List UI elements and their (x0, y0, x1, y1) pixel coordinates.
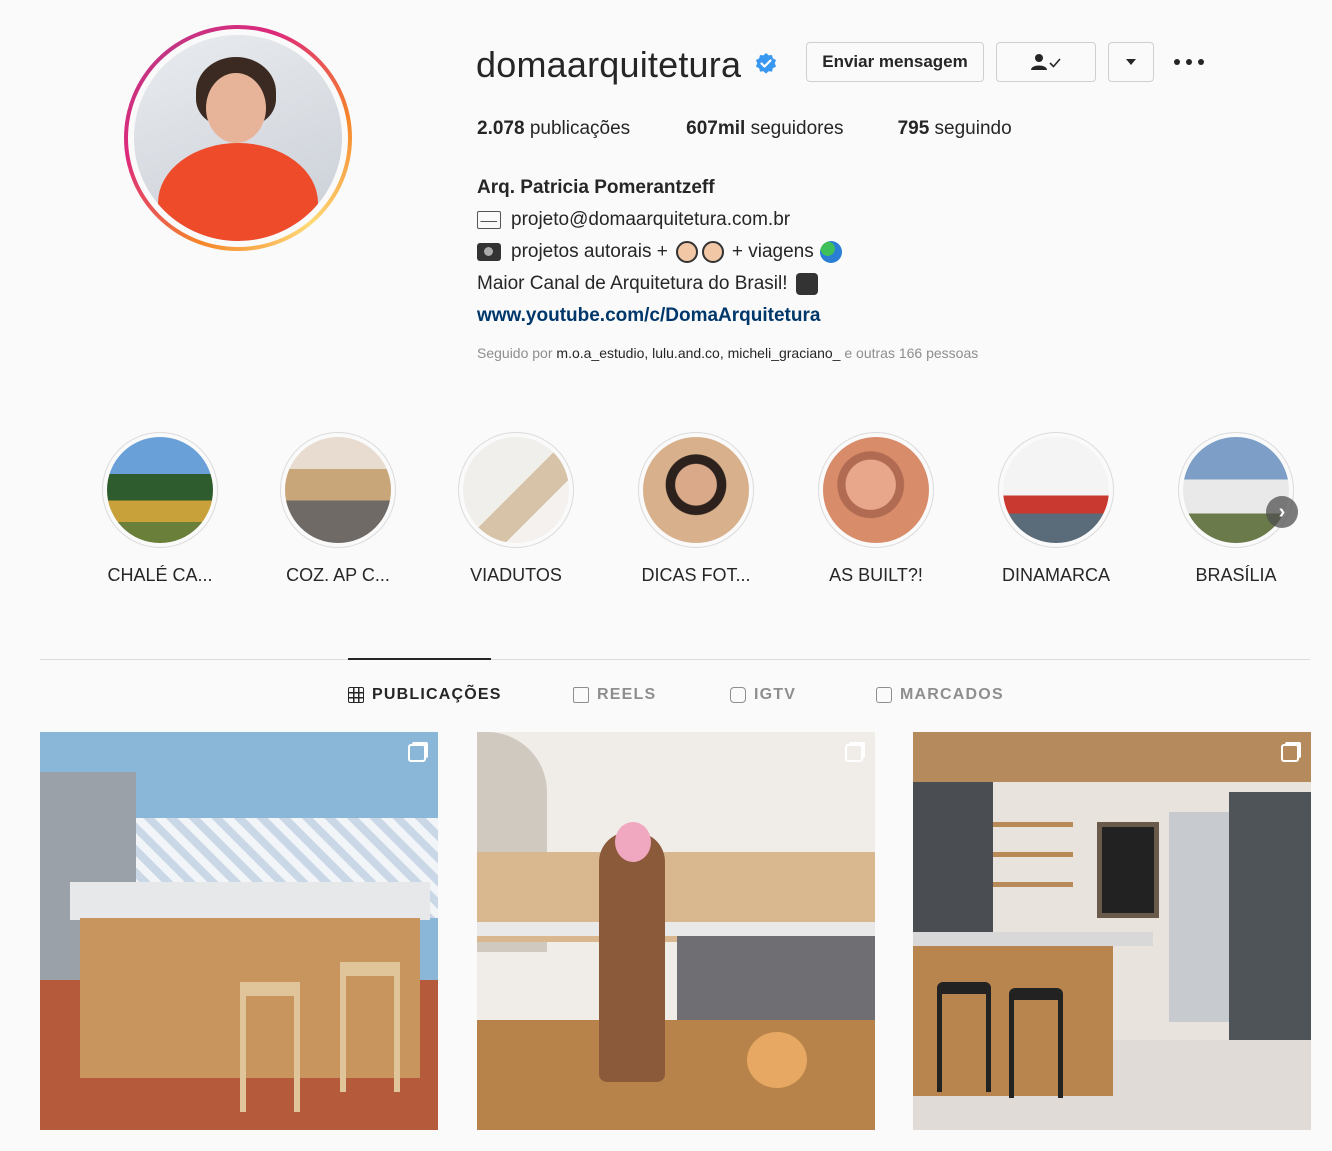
tab-igtv[interactable]: IGTV (730, 686, 796, 704)
highlight-label: VIADUTOS (470, 565, 562, 585)
bio-channel-text: Maior Canal de Arquitetura do Brasil! (477, 273, 788, 294)
profile-bio: Arq. Patricia Pomerantzeff projeto@domaa… (477, 172, 842, 332)
woman-face-icon (675, 241, 698, 263)
highlight-item[interactable]: DICAS FOT... (636, 432, 756, 586)
highlight-label: COZ. AP C... (286, 565, 390, 585)
profile-full-name: Arq. Patricia Pomerantzeff (477, 177, 715, 198)
tagged-icon (876, 687, 892, 703)
bio-website-link[interactable]: www.youtube.com/c/DomaArquitetura (477, 300, 820, 332)
posts-count-value: 2.078 (477, 118, 525, 139)
reels-icon (573, 687, 589, 703)
suggested-accounts-dropdown[interactable] (1108, 42, 1154, 82)
followed-by-suffix: e outras 166 pessoas (844, 345, 979, 361)
man-face-icon (701, 241, 724, 263)
post-thumbnail[interactable] (913, 732, 1311, 1130)
profile-avatar[interactable] (124, 25, 352, 251)
highlight-item[interactable]: VIADUTOS (456, 432, 576, 586)
bio-link-line: www.youtube.com/c/DomaArquitetura (477, 300, 842, 332)
chevron-right-icon: › (1278, 500, 1286, 523)
profile-stats: 2.078 publicações 607mil seguidores 795 … (477, 118, 1068, 140)
tab-tagged[interactable]: MARCADOS (876, 686, 1004, 704)
tab-reels[interactable]: REELS (573, 686, 656, 704)
following-count-value: 795 (897, 118, 930, 139)
highlight-cover (1178, 432, 1294, 548)
profile-username: domaarquitetura (476, 44, 742, 85)
highlight-label: DINAMARCA (1001, 565, 1110, 585)
avatar-border (128, 29, 348, 247)
verified-badge-icon (756, 53, 776, 74)
grid-icon (348, 687, 364, 703)
tab-reels-label: REELS (597, 686, 657, 703)
post-thumbnail[interactable] (477, 732, 875, 1130)
video-camera-icon (795, 273, 818, 295)
posts-count[interactable]: 2.078 publicações (477, 118, 630, 140)
highlight-item[interactable]: COZ. AP C... (278, 432, 398, 586)
highlight-cover (818, 432, 934, 548)
tab-posts-label: PUBLICAÇÕES (372, 686, 502, 703)
following-count-label: seguindo (934, 118, 1012, 139)
tab-tagged-label: MARCADOS (900, 686, 1004, 703)
envelope-icon (477, 211, 501, 229)
followers-count[interactable]: 607mil seguidores (686, 118, 843, 140)
highlight-label: AS BUILT?! (829, 565, 923, 585)
multiple-photos-icon (845, 744, 863, 762)
followers-count-value: 607mil (686, 118, 746, 139)
highlight-cover (638, 432, 754, 548)
tabs-divider (40, 659, 1310, 660)
avatar-photo (134, 35, 342, 241)
highlight-item[interactable]: DINAMARCA (996, 432, 1116, 586)
followed-by-users: m.o.a_estudio, lulu.and.co, micheli_grac… (556, 345, 841, 361)
highlight-cover (280, 432, 396, 548)
chevron-down-icon (1126, 59, 1136, 65)
send-message-button[interactable]: Enviar mensagem (806, 42, 984, 82)
followed-by[interactable]: Seguido por m.o.a_estudio, lulu.and.co, … (477, 345, 978, 361)
multiple-photos-icon (1281, 744, 1299, 762)
tab-igtv-label: IGTV (754, 686, 797, 703)
bio-travel-text: + viagens (731, 241, 814, 262)
bio-email: projeto@domaarquitetura.com.br (511, 209, 791, 230)
globe-icon (819, 241, 842, 263)
highlight-cover (458, 432, 574, 548)
story-highlights: CHALÉ CA... COZ. AP C... VIADUTOS DICAS … (100, 432, 1300, 592)
highlights-next-button[interactable]: › (1266, 496, 1298, 528)
bio-channel-line: Maior Canal de Arquitetura do Brasil! (477, 268, 842, 300)
bio-projects-line: projetos autorais + + viagens (477, 236, 842, 268)
more-options-icon[interactable] (1172, 50, 1206, 74)
highlight-label: BRASÍLIA (1195, 565, 1277, 585)
camera-icon (477, 243, 501, 261)
highlight-label: CHALÉ CA... (107, 565, 213, 585)
followed-by-prefix: Seguido por (477, 345, 553, 361)
highlight-cover (998, 432, 1114, 548)
active-tab-indicator (348, 658, 491, 660)
highlight-label: DICAS FOT... (641, 565, 751, 585)
person-check-icon (1031, 54, 1061, 70)
highlight-item[interactable]: AS BUILT?! (816, 432, 936, 586)
highlight-item[interactable]: CHALÉ CA... (100, 432, 220, 586)
following-button[interactable] (996, 42, 1096, 82)
highlight-cover (102, 432, 218, 548)
followers-count-label: seguidores (750, 118, 844, 139)
following-count[interactable]: 795 seguindo (898, 118, 1012, 140)
tab-posts[interactable]: PUBLICAÇÕES (348, 686, 502, 704)
bio-email-line: projeto@domaarquitetura.com.br (477, 204, 842, 236)
posts-count-label: publicações (529, 118, 631, 139)
multiple-photos-icon (408, 744, 426, 762)
bio-projects-text: projetos autorais + (511, 241, 668, 262)
post-thumbnail[interactable] (40, 732, 438, 1130)
igtv-icon (730, 687, 746, 703)
